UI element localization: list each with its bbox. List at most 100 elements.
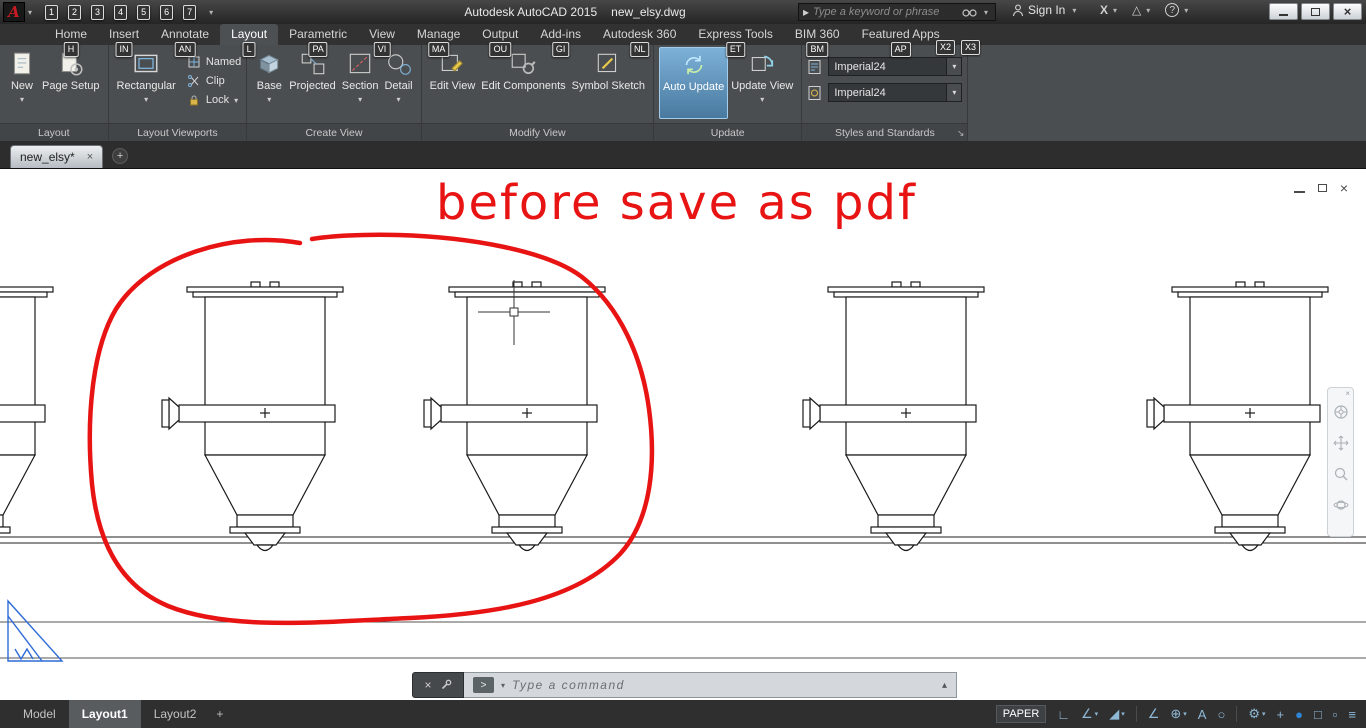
section-view-label: Section bbox=[341, 80, 379, 92]
new-drawing-tab-button[interactable]: + bbox=[112, 148, 129, 164]
update-view-button[interactable]: Update View ▾ bbox=[728, 47, 796, 119]
tab-home[interactable]: Home H bbox=[44, 24, 98, 57]
chevron-down-icon[interactable]: ▾ bbox=[946, 84, 962, 101]
tab-layout[interactable]: Layout L bbox=[220, 24, 279, 57]
ortho-mode-icon[interactable]: ∟ bbox=[1057, 707, 1070, 722]
command-line-grip[interactable]: × bbox=[412, 672, 464, 698]
file-tab-close-icon[interactable]: × bbox=[87, 151, 93, 163]
keytip-view: VI bbox=[373, 42, 391, 57]
tab-manage[interactable]: Manage MA bbox=[406, 24, 471, 57]
lock-viewport-button[interactable]: Lock ▾ bbox=[187, 93, 241, 107]
polar-tracking-icon[interactable]: ∠ ▾ bbox=[1081, 706, 1098, 722]
tab-autodesk-360[interactable]: Autodesk 360 NL bbox=[592, 24, 687, 57]
viewport-minimize-icon[interactable] bbox=[1293, 190, 1305, 193]
restore-button[interactable] bbox=[1301, 3, 1330, 20]
page-setup-button[interactable]: Page Setup bbox=[39, 47, 103, 119]
layout1-tab[interactable]: Layout1 bbox=[68, 700, 141, 728]
app-menu-button[interactable]: A bbox=[3, 2, 25, 22]
file-tab-active[interactable]: new_elsy* × bbox=[10, 145, 104, 168]
chevron-down-icon[interactable]: ▾ bbox=[946, 58, 962, 75]
annotation-autoscale-icon[interactable]: ○ bbox=[1217, 707, 1225, 722]
isolate-objects-icon[interactable]: □ bbox=[1314, 707, 1322, 722]
command-close-icon[interactable]: × bbox=[424, 678, 431, 692]
exchange-apps-icon[interactable]: X ▾ bbox=[1100, 3, 1120, 17]
projected-view-button[interactable]: Projected bbox=[286, 47, 338, 119]
command-line[interactable]: × > ▾ Type a command ▴ bbox=[412, 672, 957, 698]
clip-viewport-button[interactable]: Clip bbox=[187, 74, 241, 88]
binoculars-search-icon[interactable] bbox=[962, 6, 977, 18]
auto-update-button[interactable]: Auto Update bbox=[659, 47, 729, 119]
customization-icon[interactable]: ≡ bbox=[1348, 707, 1356, 722]
drawing-canvas[interactable] bbox=[0, 169, 1366, 700]
vessel-drawing-partial[interactable] bbox=[0, 281, 54, 552]
drafting-standard-combobox[interactable]: Imperial24 ▾ bbox=[828, 83, 963, 102]
command-input[interactable]: > ▾ Type a command ▴ bbox=[464, 672, 957, 698]
object-snap-tracking-icon[interactable]: ∠ bbox=[1148, 706, 1160, 722]
search-expand-icon[interactable]: ▸ bbox=[803, 5, 809, 19]
base-view-button[interactable]: Base ▾ bbox=[252, 47, 286, 119]
search-dropdown-icon[interactable]: ▾ bbox=[984, 8, 988, 17]
navigation-bar[interactable]: × bbox=[1327, 387, 1354, 537]
object-snap-icon[interactable]: ⊕ ▾ bbox=[1170, 706, 1186, 722]
infocenter-search: ▸ Type a keyword or phrase ▾ bbox=[798, 3, 996, 21]
viewport-restore-icon[interactable] bbox=[1317, 184, 1327, 192]
workspace-settings-icon[interactable]: ⚙ ▾ bbox=[1248, 706, 1265, 722]
orbit-icon[interactable] bbox=[1333, 497, 1349, 513]
annotation-monitor-icon[interactable]: + bbox=[1276, 707, 1284, 722]
new-layout-button[interactable]: New ▾ bbox=[5, 47, 39, 119]
qat-dropdown-icon[interactable]: ▾ bbox=[209, 8, 213, 17]
tab-output[interactable]: Output OU bbox=[471, 24, 529, 57]
vessel-drawing-3[interactable] bbox=[802, 281, 985, 552]
chevron-down-icon: ▾ bbox=[19, 94, 24, 104]
chevron-down-icon: ▾ bbox=[760, 94, 765, 104]
tab-annotate[interactable]: Annotate AN bbox=[150, 24, 220, 57]
app-store-icon[interactable]: △ ▾ bbox=[1132, 3, 1153, 17]
clean-screen-icon[interactable]: ▫ bbox=[1333, 707, 1338, 722]
panel-create-view: Base ▾ Projected Section ▾ Detail ▾ Crea… bbox=[247, 45, 422, 141]
sign-in-button[interactable]: Sign In ▾ bbox=[1012, 3, 1079, 17]
tab-insert[interactable]: Insert IN bbox=[98, 24, 150, 57]
model-tab[interactable]: Model bbox=[10, 700, 69, 728]
isometric-drafting-icon[interactable]: ◢ ▾ bbox=[1109, 706, 1125, 722]
drawing-area[interactable]: before save as pdf × × bbox=[0, 169, 1366, 700]
viewport-close-icon[interactable]: × bbox=[1340, 181, 1348, 195]
rail-lines[interactable] bbox=[0, 536, 1366, 659]
paper-space-button[interactable]: PAPER bbox=[995, 705, 1047, 723]
edit-view-button[interactable]: Edit View bbox=[427, 47, 479, 119]
panel-styles-standards: Imperial24 ▾ Imperial24 ▾ Styles and Sta… bbox=[802, 45, 969, 141]
named-viewports-button[interactable]: Named bbox=[187, 55, 241, 69]
tab-add-ins[interactable]: Add-ins GI bbox=[529, 24, 592, 57]
close-button[interactable]: × bbox=[1333, 3, 1362, 20]
wrench-icon[interactable] bbox=[440, 679, 452, 691]
zoom-icon[interactable] bbox=[1333, 466, 1349, 482]
app-menu-arrow-icon[interactable]: ▾ bbox=[28, 8, 32, 17]
tab-parametric[interactable]: Parametric PA bbox=[278, 24, 358, 57]
tab-bim-360[interactable]: BIM 360 BM bbox=[784, 24, 851, 57]
vessel-drawing-4[interactable] bbox=[1146, 281, 1329, 552]
command-history-icon[interactable]: ▴ bbox=[942, 680, 947, 691]
blue-detail-drawing[interactable] bbox=[7, 599, 64, 662]
recent-commands-icon[interactable]: ▾ bbox=[501, 681, 505, 690]
detail-view-button[interactable]: Detail ▾ bbox=[381, 47, 415, 119]
search-input[interactable]: Type a keyword or phrase bbox=[813, 6, 958, 18]
edit-components-label: Edit Components bbox=[481, 80, 566, 92]
new-layout-tab-button[interactable]: + bbox=[216, 707, 223, 721]
rectangular-viewport-button[interactable]: Rectangular ▾ bbox=[114, 47, 179, 119]
annotation-visibility-icon[interactable]: A bbox=[1198, 707, 1207, 722]
pan-icon[interactable] bbox=[1333, 435, 1349, 451]
layout2-tab[interactable]: Layout2 bbox=[141, 700, 210, 728]
view-style-combobox[interactable]: Imperial24 ▾ bbox=[828, 57, 963, 76]
steering-wheel-icon[interactable] bbox=[1333, 404, 1349, 420]
section-view-button[interactable]: Section ▾ bbox=[339, 47, 382, 119]
tab-view[interactable]: View VI bbox=[358, 24, 406, 57]
symbol-sketch-button[interactable]: Symbol Sketch bbox=[569, 47, 648, 119]
navbar-close-icon[interactable]: × bbox=[1345, 389, 1350, 398]
help-icon[interactable]: ? ▾ bbox=[1165, 3, 1191, 17]
edit-components-button[interactable]: Edit Components bbox=[478, 47, 568, 119]
minimize-button[interactable] bbox=[1269, 3, 1298, 20]
update-view-label: Update View bbox=[731, 80, 794, 92]
vessel-drawing-1[interactable] bbox=[161, 281, 344, 552]
graphics-performance-icon[interactable]: ● bbox=[1295, 707, 1303, 722]
tab-express-tools[interactable]: Express Tools ET bbox=[687, 24, 783, 57]
dialog-launcher-icon[interactable]: ↘ bbox=[957, 128, 965, 139]
